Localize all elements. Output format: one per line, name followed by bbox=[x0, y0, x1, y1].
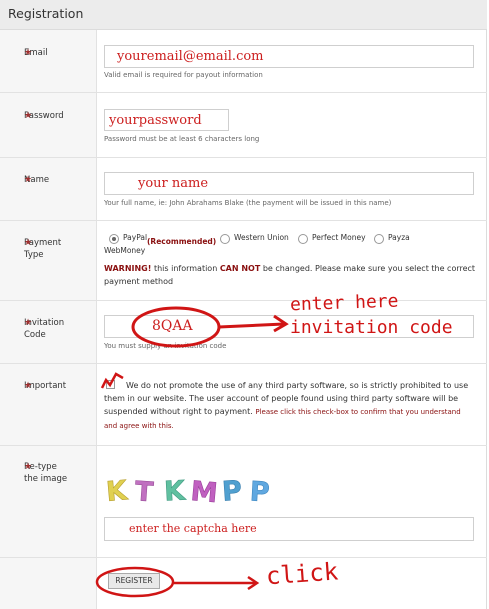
annotation-overlay: enter here invitation code click bbox=[95, 291, 453, 598]
invitation-code-circle bbox=[131, 306, 221, 348]
invitation-arrow-icon bbox=[218, 322, 285, 329]
register-button-circle bbox=[95, 566, 175, 598]
checkbox-tick-icon bbox=[100, 372, 124, 389]
annotation-click: click bbox=[265, 557, 340, 590]
annotation-enter-here: enter here bbox=[290, 291, 399, 316]
annotation-invitation-code: invitation code bbox=[290, 317, 453, 338]
